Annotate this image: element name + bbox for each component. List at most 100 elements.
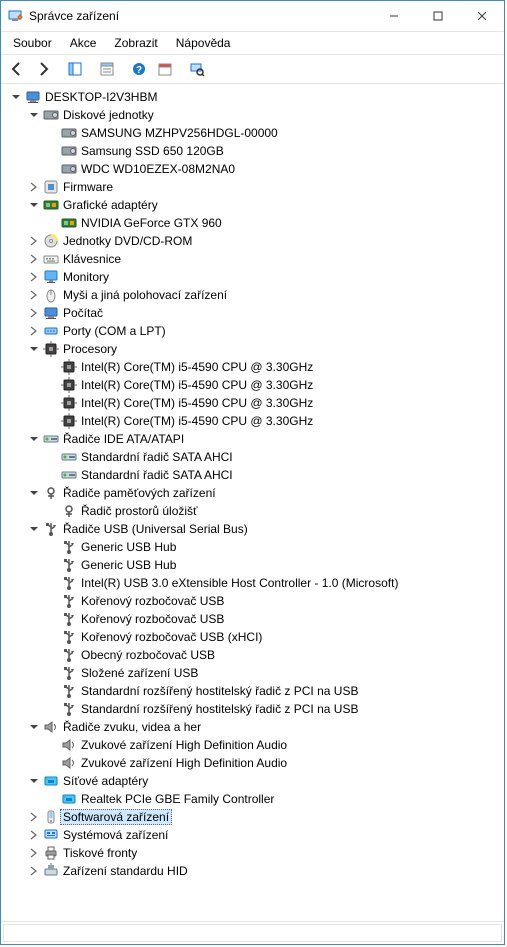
tree-row[interactable]: DESKTOP-I2V3HBM — [1, 88, 504, 106]
tree-row[interactable]: Počítač — [1, 304, 504, 322]
tree-item-label: Grafické adaptéry — [63, 198, 158, 212]
collapse-icon[interactable] — [27, 432, 41, 446]
tree-row[interactable]: Intel(R) Core(TM) i5-4590 CPU @ 3.30GHz — [1, 376, 504, 394]
expand-icon[interactable] — [27, 306, 41, 320]
system-icon — [43, 827, 59, 843]
window: Správce zařízení Soubor Akce Zobrazit Ná… — [0, 0, 505, 945]
tree-row[interactable]: Porty (COM a LPT) — [1, 322, 504, 340]
expand-icon[interactable] — [27, 828, 41, 842]
tree-row[interactable]: Standardní řadič SATA AHCI — [1, 466, 504, 484]
toolbar-back-button[interactable] — [5, 57, 29, 81]
tree-row[interactable]: Myši a jiná polohovací zařízení — [1, 286, 504, 304]
cpu-icon — [61, 395, 77, 411]
tree-row[interactable]: WDC WD10EZEX-08M2NA0 — [1, 160, 504, 178]
usb-icon — [61, 611, 77, 627]
tree-item-label: Standardní rozšířený hostitelský řadič z… — [81, 702, 358, 716]
menu-actions[interactable]: Akce — [62, 34, 105, 52]
collapse-icon[interactable] — [9, 90, 23, 104]
gpu-icon — [61, 215, 77, 231]
usb-icon — [61, 701, 77, 717]
toolbar-panel-button[interactable] — [63, 57, 87, 81]
tree-row[interactable]: Tiskové fronty — [1, 844, 504, 862]
collapse-icon[interactable] — [27, 720, 41, 734]
tree-row[interactable]: Generic USB Hub — [1, 538, 504, 556]
tree-row[interactable]: Grafické adaptéry — [1, 196, 504, 214]
close-button[interactable] — [460, 2, 504, 30]
collapse-icon[interactable] — [27, 522, 41, 536]
mouse-icon — [43, 287, 59, 303]
tree-row[interactable]: Procesory — [1, 340, 504, 358]
tree-row[interactable]: Řadiče zvuku, videa a her — [1, 718, 504, 736]
tree-row[interactable]: Zvukové zařízení High Definition Audio — [1, 736, 504, 754]
toolbar-help-button[interactable] — [127, 57, 151, 81]
tree-row[interactable]: Softwarová zařízení — [1, 808, 504, 826]
tree-row[interactable]: Síťové adaptéry — [1, 772, 504, 790]
disk-icon — [61, 161, 77, 177]
audio-icon — [61, 755, 77, 771]
tree-row[interactable]: Kořenový rozbočovač USB (xHCI) — [1, 628, 504, 646]
tree-row[interactable]: Zařízení standardu HID — [1, 862, 504, 880]
tree-row[interactable]: Standardní rozšířený hostitelský řadič z… — [1, 682, 504, 700]
tree-spacer — [45, 378, 59, 392]
ide-icon — [61, 449, 77, 465]
tree-spacer — [45, 216, 59, 230]
tree-row[interactable]: Jednotky DVD/CD-ROM — [1, 232, 504, 250]
tree-row[interactable]: Standardní rozšířený hostitelský řadič z… — [1, 700, 504, 718]
tree-row[interactable]: NVIDIA GeForce GTX 960 — [1, 214, 504, 232]
expand-icon[interactable] — [27, 846, 41, 860]
tree-row[interactable]: Řadiče USB (Universal Serial Bus) — [1, 520, 504, 538]
tree-row[interactable]: Generic USB Hub — [1, 556, 504, 574]
tree-spacer — [45, 468, 59, 482]
tree-row[interactable]: Řadiče IDE ATA/ATAPI — [1, 430, 504, 448]
tree-row[interactable]: Intel(R) Core(TM) i5-4590 CPU @ 3.30GHz — [1, 358, 504, 376]
tree-row[interactable]: Složené zařízení USB — [1, 664, 504, 682]
collapse-icon[interactable] — [27, 198, 41, 212]
tree-item-label: Kořenový rozbočovač USB (xHCI) — [81, 630, 262, 644]
tree-row[interactable]: Řadič prostorů úložišť — [1, 502, 504, 520]
expand-icon[interactable] — [27, 324, 41, 338]
minimize-button[interactable] — [372, 2, 416, 30]
tree-row[interactable]: Řadiče paměťových zařízení — [1, 484, 504, 502]
tree-row[interactable]: Klávesnice — [1, 250, 504, 268]
tree-row[interactable]: Intel(R) USB 3.0 eXtensible Host Control… — [1, 574, 504, 592]
device-tree[interactable]: DESKTOP-I2V3HBMDiskové jednotkySAMSUNG M… — [1, 84, 504, 921]
tree-row[interactable]: Zvukové zařízení High Definition Audio — [1, 754, 504, 772]
menu-file[interactable]: Soubor — [5, 34, 60, 52]
toolbar-forward-button[interactable] — [31, 57, 55, 81]
tree-row[interactable]: SAMSUNG MZHPV256HDGL-00000 — [1, 124, 504, 142]
expand-icon[interactable] — [27, 180, 41, 194]
tree-row[interactable]: Firmware — [1, 178, 504, 196]
tree-row[interactable]: Obecný rozbočovač USB — [1, 646, 504, 664]
expand-icon[interactable] — [27, 234, 41, 248]
tree-row[interactable]: Samsung SSD 650 120GB — [1, 142, 504, 160]
maximize-button[interactable] — [416, 2, 460, 30]
ide-icon — [43, 431, 59, 447]
tree-item-label: Obecný rozbočovač USB — [81, 648, 215, 662]
expand-icon[interactable] — [27, 252, 41, 266]
menu-help[interactable]: Nápověda — [168, 34, 239, 52]
tree-row[interactable]: Systémová zařízení — [1, 826, 504, 844]
expand-icon[interactable] — [27, 864, 41, 878]
expand-icon[interactable] — [27, 270, 41, 284]
expand-icon[interactable] — [27, 288, 41, 302]
menu-view[interactable]: Zobrazit — [106, 34, 165, 52]
toolbar-action-button[interactable] — [153, 57, 177, 81]
collapse-icon[interactable] — [27, 342, 41, 356]
tree-row[interactable]: Intel(R) Core(TM) i5-4590 CPU @ 3.30GHz — [1, 394, 504, 412]
toolbar-properties-button[interactable] — [95, 57, 119, 81]
tree-row[interactable]: Diskové jednotky — [1, 106, 504, 124]
tree-row[interactable]: Monitory — [1, 268, 504, 286]
collapse-icon[interactable] — [27, 486, 41, 500]
tree-row[interactable]: Standardní řadič SATA AHCI — [1, 448, 504, 466]
collapse-icon[interactable] — [27, 774, 41, 788]
expand-icon[interactable] — [27, 810, 41, 824]
tree-row[interactable]: Kořenový rozbočovač USB — [1, 592, 504, 610]
tree-spacer — [45, 558, 59, 572]
tree-row[interactable]: Intel(R) Core(TM) i5-4590 CPU @ 3.30GHz — [1, 412, 504, 430]
toolbar-scan-button[interactable] — [185, 57, 209, 81]
usb-icon — [61, 683, 77, 699]
collapse-icon[interactable] — [27, 108, 41, 122]
tree-spacer — [45, 702, 59, 716]
tree-row[interactable]: Realtek PCIe GBE Family Controller — [1, 790, 504, 808]
tree-row[interactable]: Kořenový rozbočovač USB — [1, 610, 504, 628]
